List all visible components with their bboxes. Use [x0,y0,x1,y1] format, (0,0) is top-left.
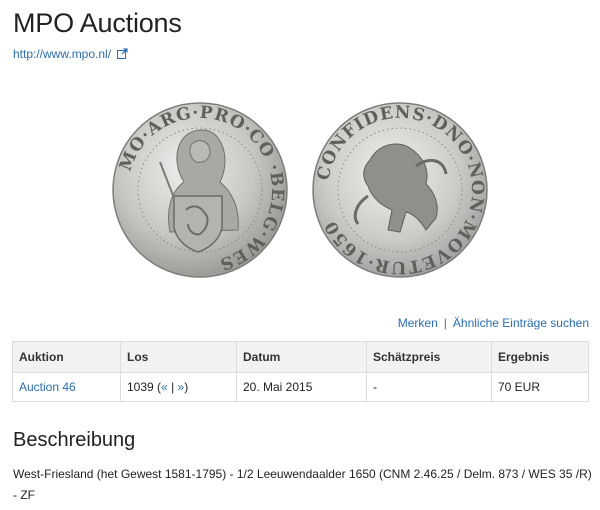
col-header-estimate: Schätzpreis [366,341,492,373]
cell-result: 70 EUR [491,372,589,402]
coin-obverse: MO·ARG·PRO·CO ·BELG·WES [112,102,288,278]
coin-reverse: CONFIDENS·DNO·NON·MOVETUR·1650 [312,102,488,278]
table-row: Auction 46 1039 (« | ») 20. Mai 2015 - 7… [12,372,589,402]
lot-nav-separator: | [171,380,175,394]
auction-table: Auktion Los Datum Schätzpreis Ergebnis A… [12,341,589,402]
actions-bar: Merken | Ähnliche Einträge suchen [398,316,589,330]
col-header-result: Ergebnis [491,341,589,373]
cell-date: 20. Mai 2015 [236,372,367,402]
auction-link[interactable]: Auction 46 [19,380,76,394]
cell-auction: Auction 46 [12,372,121,402]
table-header-row: Auktion Los Datum Schätzpreis Ergebnis [12,341,589,373]
lot-nav-close: ) [184,380,189,394]
col-header-date: Datum [236,341,367,373]
external-link-icon[interactable] [117,48,128,62]
page-title: MPO Auctions [13,8,182,38]
actions-separator: | [443,316,447,330]
site-url-link[interactable]: http://www.mpo.nl/ [13,47,111,61]
description-heading: Beschreibung [13,429,136,451]
col-header-auction: Auktion [12,341,121,373]
bookmark-link[interactable]: Merken [398,316,438,330]
cell-estimate: - [366,372,492,402]
description-text: West-Friesland (het Gewest 1581-1795) - … [13,467,592,502]
site-link-row: http://www.mpo.nl/ [13,47,128,62]
coin-image: MO·ARG·PRO·CO ·BELG·WES CONFIDENS·DNO·NO… [112,102,488,278]
previous-lot-link[interactable]: « [161,380,168,394]
cell-lot: 1039 (« | ») [120,372,237,402]
lot-number: 1039 [127,380,154,394]
col-header-lot: Los [120,341,237,373]
similar-entries-link[interactable]: Ähnliche Einträge suchen [453,316,589,330]
